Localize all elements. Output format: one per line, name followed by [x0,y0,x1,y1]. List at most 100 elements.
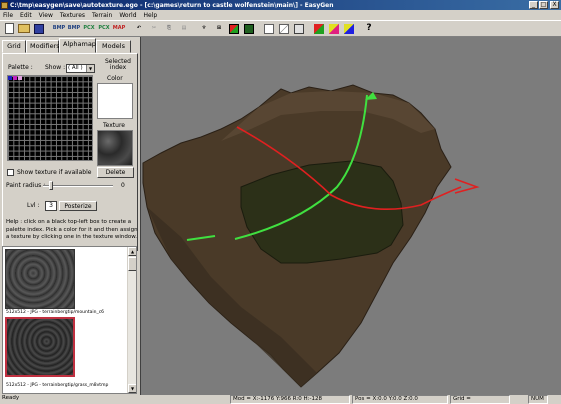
alpha2-icon[interactable] [327,22,341,36]
terrain-3d-viewport[interactable] [140,37,561,395]
show-select[interactable]: ( All ) ▼ [66,64,95,73]
texture-thumb[interactable] [5,249,75,309]
help-label: ? [366,23,372,33]
toolbar-separator [127,22,131,36]
scroll-thumb[interactable] [128,257,136,271]
menu-bar: File Edit View Textures Terrain World He… [0,10,561,20]
maximize-button[interactable]: □ [539,1,548,9]
texture-caption: 512x512 - JPG - terrainbergtip/grass_m8v… [6,383,109,388]
alphamap-panel: Palette : Show : ( All ) ▼ Selected inde… [2,53,138,251]
status-pos: Pos = X:0.0 Y:0.0 Z:0.0 [352,395,448,404]
import-pcx-icon[interactable]: PCX [97,22,111,36]
menu-file[interactable]: File [3,12,13,19]
menu-view[interactable]: View [39,12,53,19]
toolbar-separator [307,22,311,36]
toolbar-separator [47,22,51,36]
help-icon[interactable]: ? [362,22,376,36]
import-bmp-icon[interactable]: BMP [67,22,81,36]
save-disk-icon[interactable] [32,22,46,36]
paint-radius-slider-track[interactable] [43,185,113,187]
texture-list-scrollbar[interactable]: ▲ ▼ [127,247,136,393]
color-preview[interactable] [97,83,133,119]
paint-radius-slider[interactable] [49,181,53,190]
posterize-button[interactable]: Posterize [59,201,97,211]
toolbar-separator [192,22,196,36]
new-file-icon[interactable] [2,22,16,36]
box-icon[interactable] [292,22,306,36]
texture-label: Texture [103,122,125,129]
tab-grid[interactable]: Grid [2,40,26,53]
export-map-label: MAP [112,25,126,31]
left-panel: Grid Modifiers Alphamap Models Palette :… [0,37,140,395]
color-icon[interactable] [227,22,241,36]
window-title: C:\tmp\easygen\save\autotexture.ego - [c… [10,1,334,9]
scroll-down-icon[interactable]: ▼ [128,384,136,393]
chevron-down-icon: ▼ [86,65,94,72]
toolbar-separator [257,22,261,36]
export-pcx-label: PCX [83,25,95,31]
toolbar-separator [357,22,361,36]
texture-caption: 512x512 - JPG - terrainbergtip/mountain_… [6,310,105,315]
toolbar: BMP BMP PCX PCX MAP ↶ ✂ ⎘ ▤ ♆ ⊞ ? [0,20,561,37]
cut-icon[interactable]: ✂ [147,22,161,36]
color-label: Color [107,75,123,82]
export-bmp-icon[interactable]: BMP [52,22,66,36]
alpha-icon[interactable] [312,22,326,36]
status-ready: Ready [2,395,20,401]
help-text: Help : click on a black top-left box to … [6,219,138,240]
status-grid: Grid = [450,395,510,404]
menu-world[interactable]: World [119,12,136,19]
app-icon [1,1,8,9]
undo-icon[interactable]: ↶ [132,22,146,36]
paint-radius-label: Paint radius : [6,182,46,189]
export-map-icon[interactable]: MAP [112,22,126,36]
view-icon[interactable] [277,22,291,36]
palette-swatch[interactable] [13,76,17,80]
import-pcx-label: PCX [98,25,110,31]
lvl-input[interactable]: 3 [45,201,57,211]
paint-radius-value: 0 [121,182,125,189]
status-num: NUM [528,395,548,404]
palette-grid[interactable] [7,75,93,161]
title-bar: C:\tmp\easygen\save\autotexture.ego - [c… [0,0,561,10]
menu-terrain[interactable]: Terrain [92,12,112,19]
paste-icon[interactable]: ▤ [177,22,191,36]
menu-textures[interactable]: Textures [60,12,85,19]
lvl-label: Lvl : [27,202,40,209]
alpha3-icon[interactable] [342,22,356,36]
import-bmp-label: BMP [67,25,81,31]
tab-modifiers[interactable]: Modifiers [26,40,60,53]
tab-alphamap[interactable]: Alphamap [59,38,96,53]
show-texture-checkbox[interactable] [7,169,14,176]
menu-help[interactable]: Help [144,12,158,19]
copy-icon[interactable]: ⎘ [162,22,176,36]
show-select-value: ( All ) [68,65,83,71]
palette-swatch[interactable] [8,76,12,80]
tab-models[interactable]: Models [96,40,131,53]
show-texture-label: Show texture if available [17,169,92,176]
close-button[interactable]: X [550,1,559,9]
minimize-button[interactable]: _ [529,1,538,9]
palette-label: Palette : [8,64,33,71]
texture-thumb-selected[interactable] [5,317,75,377]
scroll-up-icon[interactable]: ▲ [128,247,136,256]
export-bmp-label: BMP [52,25,66,31]
palette-swatch[interactable] [18,76,22,80]
tab-strip: Grid Modifiers Alphamap Models [2,38,131,53]
tool-icon[interactable]: ♆ [197,22,211,36]
menu-edit[interactable]: Edit [20,12,32,19]
red-arrow-head [454,178,480,194]
grid-icon[interactable]: ⊞ [212,22,226,36]
texture-list[interactable]: 512x512 - JPG - terrainbergtip/mountain_… [2,246,137,394]
selected-index-label: Selected index [104,58,131,71]
status-mod: Mod = X:-1176 Y:966 R:0 H:-128 [230,395,350,404]
texture-icon[interactable] [242,22,256,36]
terrain-render [142,84,480,388]
status-bar: Ready Mod = X:-1176 Y:966 R:0 H:-128 Pos… [0,395,561,404]
texture-preview[interactable] [97,130,133,166]
open-folder-icon[interactable] [17,22,31,36]
export-pcx-icon[interactable]: PCX [82,22,96,36]
show-label: Show : [45,64,66,71]
delete-button[interactable]: Delete [97,167,134,178]
select-icon[interactable] [262,22,276,36]
